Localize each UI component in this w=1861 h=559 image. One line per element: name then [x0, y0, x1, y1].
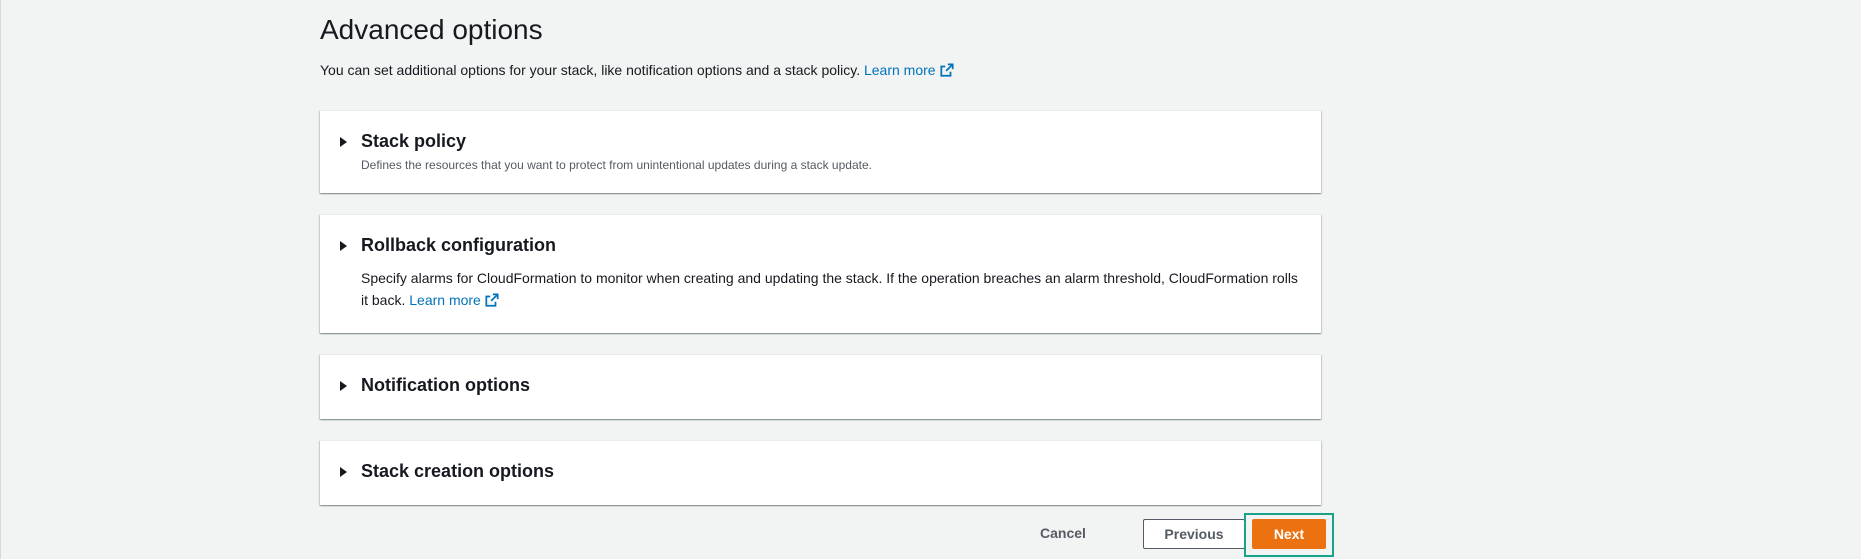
caret-right-icon [340, 136, 347, 147]
rollback-configuration-description-block: Specify alarms for CloudFormation to mon… [361, 267, 1301, 311]
wizard-footer-actions: Cancel Previous Next [320, 513, 1334, 557]
caret-right-icon [340, 466, 347, 477]
learn-more-link[interactable]: Learn more [864, 62, 954, 78]
caret-right-icon [340, 380, 347, 391]
rollback-configuration-panel: Rollback configuration Specify alarms fo… [320, 214, 1321, 333]
notification-options-title: Notification options [361, 375, 530, 395]
rollback-configuration-description: Specify alarms for CloudFormation to mon… [361, 270, 1298, 308]
learn-more-label: Learn more [863, 62, 936, 78]
cancel-button[interactable]: Cancel [1032, 517, 1094, 549]
external-link-icon [485, 293, 499, 307]
stack-creation-options-title: Stack creation options [361, 461, 555, 481]
stack-creation-options-toggle[interactable]: Stack creation options [340, 461, 554, 482]
external-link-icon [940, 63, 954, 77]
stack-policy-description: Defines the resources that you want to p… [361, 158, 872, 172]
next-button[interactable]: Next [1252, 519, 1326, 549]
page-description-line: You can set additional options for your … [320, 62, 954, 78]
stack-creation-options-panel: Stack creation options [320, 440, 1321, 505]
caret-right-icon [340, 240, 347, 251]
rollback-configuration-title: Rollback configuration [361, 235, 557, 255]
rollback-learn-more-label: Learn more [409, 292, 481, 308]
stack-policy-panel: Stack policy Defines the resources that … [320, 110, 1321, 193]
page-description: You can set additional options for your … [320, 62, 861, 78]
page-left-border [0, 0, 1, 559]
next-button-highlight: Next [1244, 513, 1334, 557]
notification-options-toggle[interactable]: Notification options [340, 375, 530, 396]
notification-options-panel: Notification options [320, 354, 1321, 419]
rollback-learn-more-link[interactable]: Learn more [409, 292, 499, 308]
stack-policy-toggle[interactable]: Stack policy [340, 131, 466, 152]
previous-button[interactable]: Previous [1143, 519, 1245, 549]
page-title: Advanced options [320, 14, 543, 45]
stack-policy-title: Stack policy [361, 131, 467, 151]
rollback-configuration-toggle[interactable]: Rollback configuration [340, 235, 556, 256]
